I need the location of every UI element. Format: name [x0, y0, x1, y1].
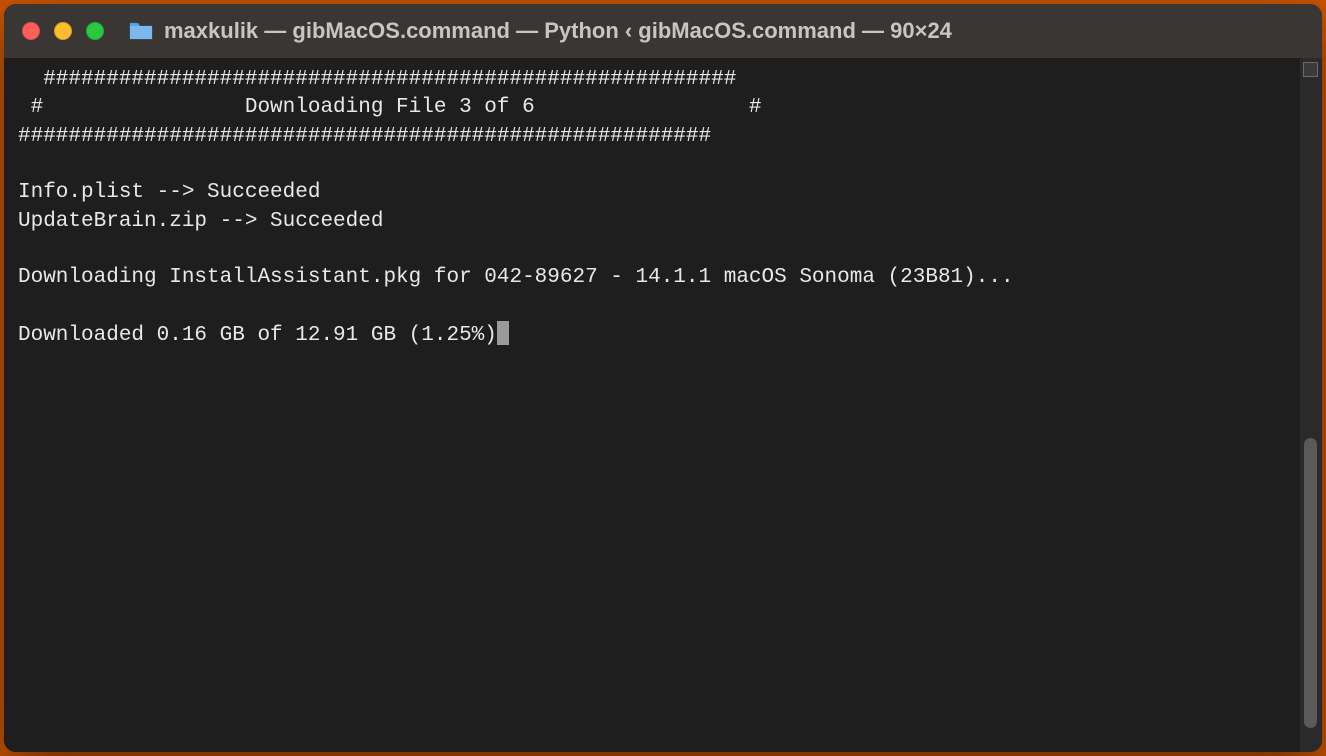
terminal-line: ########################################… — [18, 68, 736, 91]
window-title-text: maxkulik — gibMacOS.command — Python ‹ g… — [164, 18, 952, 44]
window-titlebar[interactable]: maxkulik — gibMacOS.command — Python ‹ g… — [4, 4, 1322, 58]
terminal-line: Info.plist --> Succeeded — [18, 181, 320, 204]
terminal-output[interactable]: ########################################… — [4, 58, 1322, 752]
terminal-line: Downloading InstallAssistant.pkg for 042… — [18, 266, 1014, 289]
close-button[interactable] — [22, 22, 40, 40]
terminal-line: # Downloading File 3 of 6 # — [18, 96, 762, 119]
traffic-lights — [22, 22, 104, 40]
minimize-button[interactable] — [54, 22, 72, 40]
zoom-button[interactable] — [86, 22, 104, 40]
window-title-content: maxkulik — gibMacOS.command — Python ‹ g… — [128, 18, 952, 44]
scrollbar-thumb[interactable] — [1304, 438, 1317, 728]
scrollbar-toggle-icon[interactable] — [1303, 62, 1318, 77]
terminal-line: UpdateBrain.zip --> Succeeded — [18, 210, 383, 233]
terminal-line: Downloaded 0.16 GB of 12.91 GB (1.25%) — [18, 324, 497, 347]
scrollbar-track[interactable] — [1300, 58, 1322, 752]
cursor — [497, 321, 509, 345]
terminal-window: maxkulik — gibMacOS.command — Python ‹ g… — [4, 4, 1322, 752]
folder-icon — [128, 21, 154, 41]
terminal-line: ########################################… — [18, 125, 711, 148]
